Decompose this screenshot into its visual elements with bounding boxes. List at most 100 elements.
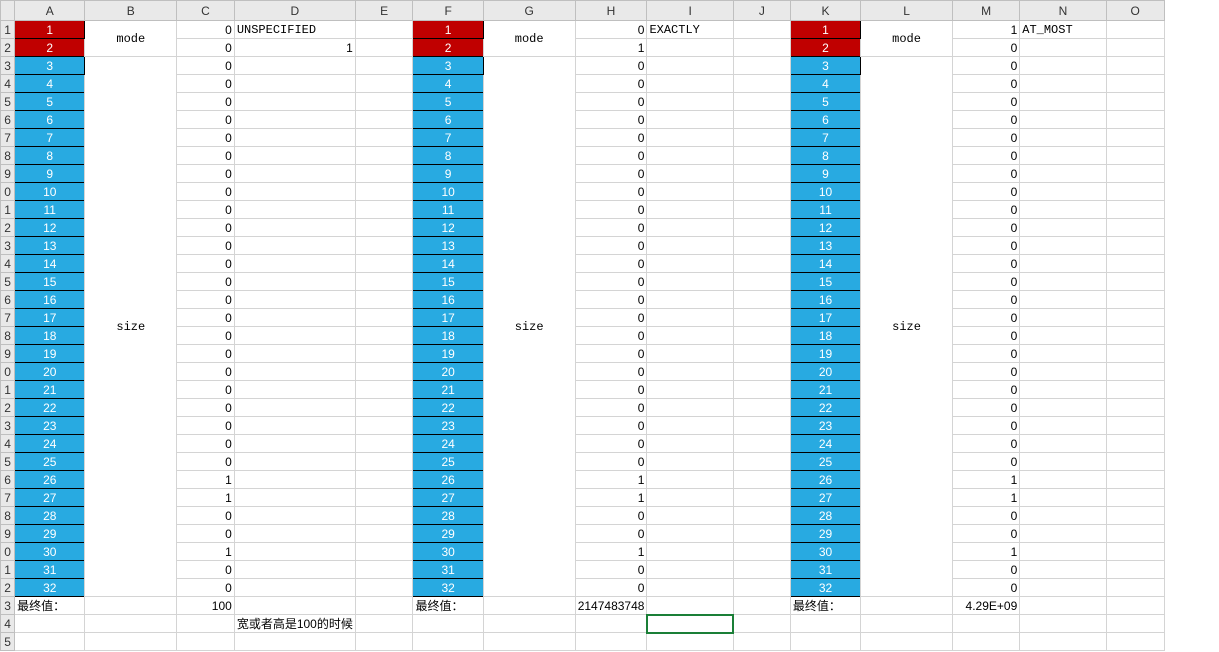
cell[interactable] bbox=[234, 345, 355, 363]
cell[interactable] bbox=[355, 57, 413, 75]
cell[interactable] bbox=[1020, 93, 1106, 111]
cell[interactable] bbox=[647, 219, 733, 237]
cell[interactable] bbox=[1106, 579, 1164, 597]
index-cell[interactable]: 2 bbox=[790, 39, 860, 57]
index-cell[interactable]: 2 bbox=[15, 39, 85, 57]
cell[interactable] bbox=[1106, 633, 1164, 651]
cell[interactable] bbox=[355, 525, 413, 543]
value-cell[interactable]: 0 bbox=[575, 363, 647, 381]
final-value[interactable]: 4.29E+09 bbox=[952, 597, 1019, 615]
cell[interactable] bbox=[1020, 417, 1106, 435]
final-value[interactable]: 100 bbox=[177, 597, 235, 615]
cell[interactable] bbox=[234, 129, 355, 147]
value-cell[interactable]: 0 bbox=[575, 453, 647, 471]
cell[interactable] bbox=[647, 561, 733, 579]
row-header[interactable]: 8 bbox=[1, 327, 15, 345]
cell[interactable] bbox=[647, 507, 733, 525]
index-cell[interactable]: 1 bbox=[790, 21, 860, 39]
cell[interactable] bbox=[413, 633, 483, 651]
cell[interactable] bbox=[355, 615, 413, 633]
cell[interactable] bbox=[647, 417, 733, 435]
value-cell[interactable]: 0 bbox=[575, 111, 647, 129]
cell[interactable] bbox=[1020, 237, 1106, 255]
row-header[interactable]: 2 bbox=[1, 579, 15, 597]
value-cell[interactable]: 1 bbox=[575, 489, 647, 507]
value-cell[interactable]: 0 bbox=[952, 165, 1019, 183]
cell[interactable] bbox=[647, 147, 733, 165]
cell[interactable] bbox=[733, 615, 790, 633]
cell[interactable] bbox=[1106, 615, 1164, 633]
cell[interactable] bbox=[234, 75, 355, 93]
cell[interactable] bbox=[733, 129, 790, 147]
cell[interactable] bbox=[952, 633, 1019, 651]
value-cell[interactable]: 0 bbox=[952, 399, 1019, 417]
value-cell[interactable]: 0 bbox=[952, 111, 1019, 129]
value-cell[interactable]: 1 bbox=[952, 489, 1019, 507]
cell[interactable] bbox=[234, 399, 355, 417]
index-cell[interactable]: 16 bbox=[413, 291, 483, 309]
value-cell[interactable]: 0 bbox=[575, 75, 647, 93]
index-cell[interactable]: 28 bbox=[413, 507, 483, 525]
cell[interactable] bbox=[1020, 183, 1106, 201]
value-cell[interactable]: 0 bbox=[177, 381, 235, 399]
index-cell[interactable]: 22 bbox=[790, 399, 860, 417]
index-cell[interactable]: 22 bbox=[413, 399, 483, 417]
cell[interactable] bbox=[1106, 273, 1164, 291]
index-cell[interactable]: 19 bbox=[413, 345, 483, 363]
cell[interactable] bbox=[733, 39, 790, 57]
value-cell[interactable]: 0 bbox=[177, 399, 235, 417]
mode-name[interactable]: EXACTLY bbox=[647, 21, 733, 39]
cell[interactable] bbox=[85, 633, 177, 651]
index-cell[interactable]: 26 bbox=[15, 471, 85, 489]
cell[interactable] bbox=[1020, 615, 1106, 633]
index-cell[interactable]: 4 bbox=[15, 75, 85, 93]
cell[interactable] bbox=[1020, 633, 1106, 651]
cell[interactable] bbox=[234, 183, 355, 201]
cell[interactable] bbox=[1020, 561, 1106, 579]
cell[interactable] bbox=[1106, 129, 1164, 147]
col-header[interactable]: A bbox=[15, 1, 85, 21]
value-cell[interactable]: 1 bbox=[952, 543, 1019, 561]
cell[interactable] bbox=[1020, 201, 1106, 219]
index-cell[interactable]: 3 bbox=[15, 57, 85, 75]
value-cell[interactable]: 0 bbox=[952, 219, 1019, 237]
cell[interactable] bbox=[355, 507, 413, 525]
cell[interactable] bbox=[1106, 57, 1164, 75]
col-header[interactable]: F bbox=[413, 1, 483, 21]
index-cell[interactable]: 31 bbox=[790, 561, 860, 579]
row-header[interactable]: 3 bbox=[1, 417, 15, 435]
cell[interactable] bbox=[861, 615, 953, 633]
col-header[interactable]: J bbox=[733, 1, 790, 21]
value-cell[interactable]: 0 bbox=[177, 21, 235, 39]
value-cell[interactable]: 0 bbox=[952, 201, 1019, 219]
row-header[interactable]: 4 bbox=[1, 75, 15, 93]
index-cell[interactable]: 14 bbox=[790, 255, 860, 273]
cell[interactable] bbox=[733, 561, 790, 579]
cell[interactable] bbox=[733, 345, 790, 363]
cell[interactable] bbox=[1020, 525, 1106, 543]
index-cell[interactable]: 20 bbox=[413, 363, 483, 381]
cell[interactable] bbox=[234, 201, 355, 219]
index-cell[interactable]: 23 bbox=[413, 417, 483, 435]
cell[interactable] bbox=[647, 201, 733, 219]
index-cell[interactable]: 10 bbox=[413, 183, 483, 201]
index-cell[interactable]: 12 bbox=[15, 219, 85, 237]
cell[interactable] bbox=[483, 597, 575, 615]
row-header[interactable]: 3 bbox=[1, 597, 15, 615]
cell[interactable] bbox=[733, 381, 790, 399]
index-cell[interactable]: 32 bbox=[413, 579, 483, 597]
index-cell[interactable]: 20 bbox=[15, 363, 85, 381]
index-cell[interactable]: 18 bbox=[15, 327, 85, 345]
row-header[interactable]: 7 bbox=[1, 489, 15, 507]
index-cell[interactable]: 25 bbox=[15, 453, 85, 471]
row-header[interactable]: 4 bbox=[1, 615, 15, 633]
cell[interactable] bbox=[647, 255, 733, 273]
row-header[interactable]: 2 bbox=[1, 399, 15, 417]
value-cell[interactable]: 0 bbox=[952, 39, 1019, 57]
value-cell[interactable]: 0 bbox=[575, 165, 647, 183]
cell[interactable] bbox=[234, 633, 355, 651]
cell[interactable] bbox=[575, 615, 647, 633]
index-cell[interactable]: 7 bbox=[15, 129, 85, 147]
grid-table[interactable]: ABCDEFGHIJKLMNO11mode0UNSPECIFIED1mode0E… bbox=[0, 0, 1219, 651]
cell[interactable] bbox=[861, 597, 953, 615]
